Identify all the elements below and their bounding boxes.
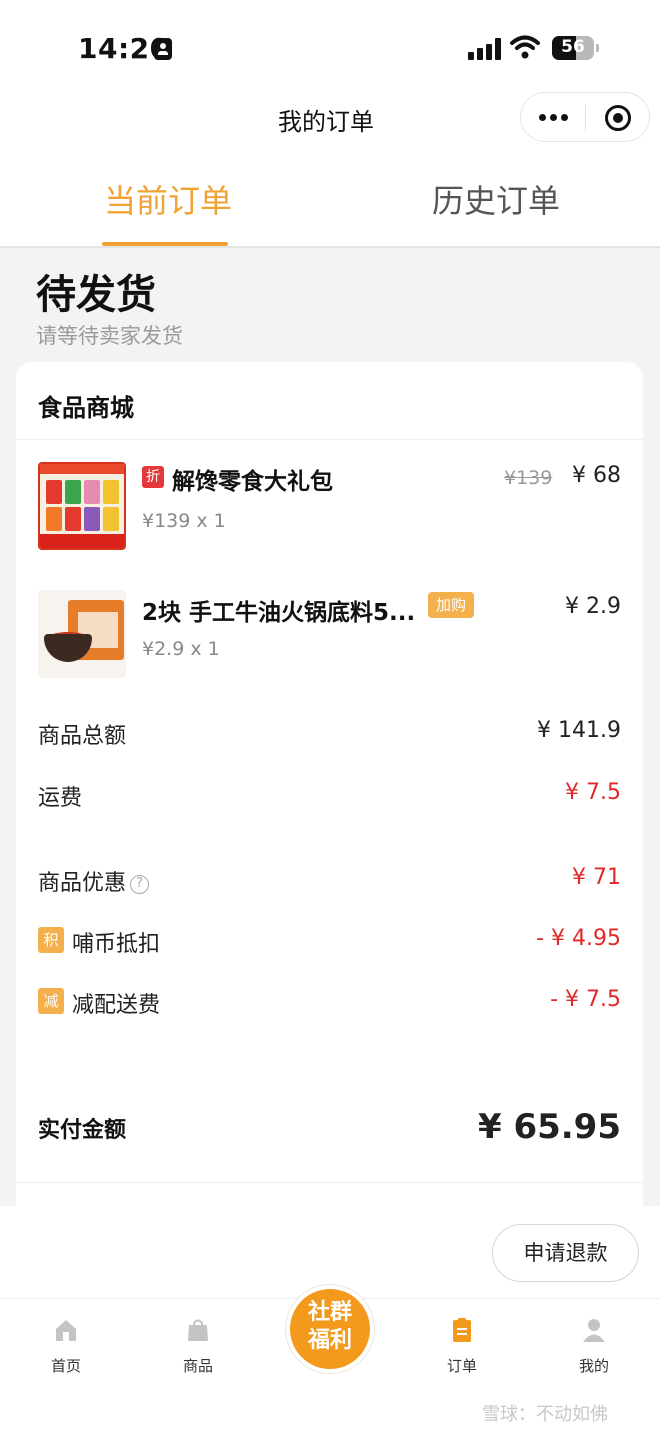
- unit-price-quantity: ¥139 x 1: [142, 510, 226, 532]
- coin-deduction-value: - ¥ 4.95: [536, 926, 621, 951]
- contact-card-icon: [154, 38, 172, 60]
- tab-orders[interactable]: 订单: [422, 1317, 502, 1376]
- user-icon: [583, 1319, 605, 1342]
- miniprogram-capsule: [520, 92, 650, 142]
- status-bar: 14:20 56: [0, 0, 660, 92]
- battery-level: 56: [561, 37, 585, 57]
- tab-current-orders[interactable]: 当前订单: [104, 176, 232, 222]
- product-name[interactable]: 解馋零食大礼包: [172, 462, 333, 496]
- close-miniprogram-icon[interactable]: [605, 105, 631, 131]
- tab-goods-label: 商品: [182, 1357, 213, 1375]
- tab-mine-label: 我的: [578, 1357, 609, 1375]
- tab-goods[interactable]: 商品: [158, 1317, 238, 1376]
- product-price: ¥ 68: [572, 463, 621, 488]
- product-image-hotpot-base[interactable]: [38, 590, 126, 678]
- watermark: 雪球：不动如佛: [482, 1404, 608, 1425]
- order-card: 食品商城 折 解馋零食大礼包 ¥139 ¥ 68 ¥139 x 1 2块 手工牛…: [16, 362, 643, 1242]
- cellular-signal-icon: [468, 38, 502, 60]
- reduce-badge: 减: [38, 988, 64, 1014]
- tab-mine[interactable]: 我的: [554, 1317, 634, 1376]
- tab-home[interactable]: 首页: [26, 1317, 106, 1376]
- shipping-reduction-label: 减配送费: [72, 993, 161, 1018]
- nav-bar: 我的订单: [0, 92, 660, 152]
- shop-name[interactable]: 食品商城: [38, 388, 134, 423]
- unit-price-quantity: ¥2.9 x 1: [142, 638, 220, 660]
- tab-home-label: 首页: [50, 1357, 81, 1375]
- product-price: ¥ 2.9: [565, 594, 621, 619]
- shipping-reduction-value: - ¥ 7.5: [550, 987, 621, 1012]
- points-badge: 积: [38, 927, 64, 953]
- discount-label: 商品优惠: [38, 871, 127, 896]
- request-refund-button[interactable]: 申请退款: [492, 1224, 639, 1282]
- community-welfare-button[interactable]: 社群 福利: [286, 1285, 374, 1373]
- help-icon[interactable]: ?: [130, 874, 150, 894]
- addon-tag: 加购: [428, 592, 474, 618]
- product-name[interactable]: 2块 手工牛油火锅底料5...: [142, 593, 422, 627]
- wifi-icon: [510, 35, 540, 59]
- discount-tag: 折: [142, 466, 164, 488]
- product-image-snack-pack[interactable]: [38, 462, 126, 550]
- community-welfare-label: 社群 福利: [307, 1300, 352, 1353]
- tab-orders-label: 订单: [446, 1357, 477, 1375]
- discount-value: ¥ 71: [572, 865, 621, 890]
- shipping-label: 运费: [38, 786, 83, 811]
- clipboard-icon: [453, 1318, 471, 1342]
- battery-icon: 56: [552, 36, 594, 60]
- coin-deduction-label: 哺币抵扣: [72, 932, 161, 957]
- paid-amount-label: 实付金额: [38, 1118, 127, 1143]
- home-icon: [56, 1320, 76, 1341]
- discount-row: 商品优惠?: [38, 865, 150, 897]
- active-tab-indicator: [102, 242, 228, 246]
- shopping-bag-icon: [188, 1319, 208, 1341]
- order-status-title: 待发货: [36, 272, 156, 318]
- shipping-value: ¥ 7.5: [565, 780, 621, 805]
- order-tabs: 当前订单 历史订单: [0, 152, 660, 248]
- paid-amount-value: ¥ 65.95: [477, 1107, 621, 1147]
- subtotal-label: 商品总额: [38, 724, 127, 749]
- subtotal-value: ¥ 141.9: [537, 718, 621, 743]
- order-status-subtitle: 请等待卖家发货: [36, 324, 183, 348]
- tab-history-orders[interactable]: 历史订单: [432, 176, 560, 222]
- more-options-icon[interactable]: [539, 110, 569, 124]
- original-price: ¥139: [504, 467, 553, 489]
